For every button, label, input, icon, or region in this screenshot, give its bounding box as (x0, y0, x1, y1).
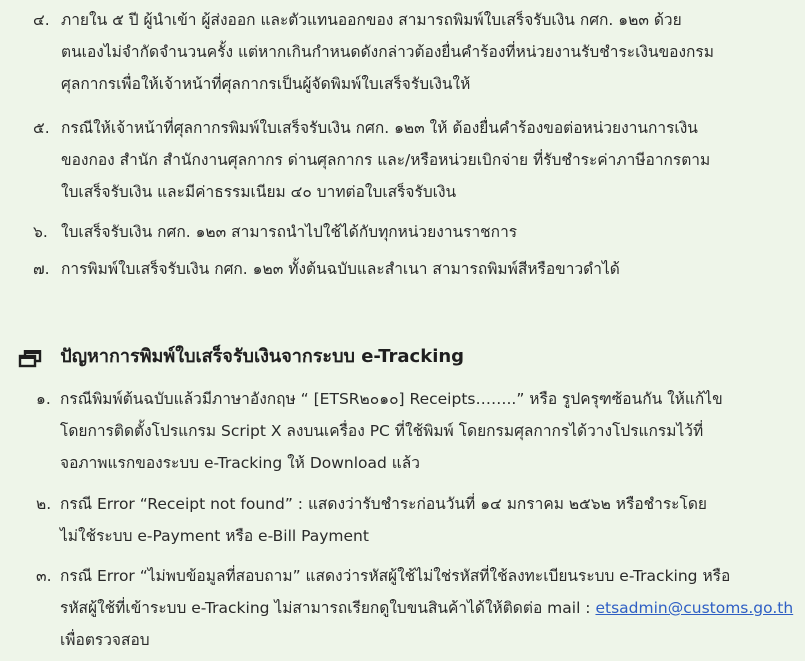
problem-item-2: ๒. กรณี Error “Receipt not found” : แสดง… (36, 488, 707, 552)
list-item-6: ๖. ใบเสร็จรับเงิน กศก. ๑๒๓ สามารถนำไปใช้… (33, 216, 517, 248)
section-title: ปัญหาการพิมพ์ใบเสร็จรับเงินจากระบบ e-Tra… (60, 346, 465, 367)
email-link[interactable]: etsadmin@customs.go.th (595, 599, 793, 617)
list-item-line: การพิมพ์ใบเสร็จรับเงิน กศก. ๑๒๓ ทั้งต้นฉ… (61, 260, 620, 278)
list-item-5: ๕. กรณีให้เจ้าหน้าที่ศุลกากรพิมพ์ใบเสร็จ… (33, 112, 710, 208)
document-page: ๔. ภายใน ๕ ปี ผู้นำเข้า ผู้ส่งออก และตัว… (0, 0, 805, 661)
list-item-line: ภายใน ๕ ปี ผู้นำเข้า ผู้ส่งออก และตัวแทน… (61, 11, 682, 29)
list-item-line: ไม่ใช้ระบบ e-Payment หรือ e-Bill Payment (60, 527, 369, 545)
list-item-line: รหัสผู้ใช้ที่เข้าระบบ e-Tracking ไม่สามา… (60, 592, 793, 624)
section-heading: ปัญหาการพิมพ์ใบเสร็จรับเงินจากระบบ e-Tra… (18, 340, 464, 374)
problem-item-1: ๑. กรณีพิมพ์ต้นฉบับแล้วมีภาษาอังกฤษ “ [E… (36, 383, 723, 479)
list-item-line: ใบเสร็จรับเงิน กศก. ๑๒๓ สามารถนำไปใช้ได้… (61, 223, 518, 241)
list-item-line: ของกอง สำนัก สำนักงานศุลกากร ด่านศุลกากร… (61, 151, 711, 169)
list-item-line: ตนเองไม่จำกัดจำนวนครั้ง แต่หากเกินกำหนดด… (61, 43, 714, 61)
list-item-line: จอภาพแรกของระบบ e-Tracking ให้ Download … (60, 454, 420, 472)
list-number: ๖. (33, 223, 48, 241)
list-item-line: โดยการติดตั้งโปรแกรม Script X ลงบนเครื่อ… (60, 422, 704, 440)
list-item-line: กรณี Error “Receipt not found” : แสดงว่า… (60, 495, 707, 513)
list-number: ๔. (33, 11, 50, 29)
list-item-line: เพื่อตรวจสอบ (60, 631, 150, 649)
list-item-7: ๗. การพิมพ์ใบเสร็จรับเงิน กศก. ๑๒๓ ทั้งต… (33, 253, 620, 285)
list-item-line: ใบเสร็จรับเงิน และมีค่าธรรมเนียม ๔๐ บาทต… (61, 183, 457, 201)
list-number: ๒. (36, 495, 52, 513)
window-restore-icon (18, 346, 42, 368)
list-number: ๓. (36, 567, 52, 585)
list-number: ๕. (33, 119, 50, 137)
list-item-line-text: รหัสผู้ใช้ที่เข้าระบบ e-Tracking ไม่สามา… (60, 599, 596, 617)
list-item-line: กรณีให้เจ้าหน้าที่ศุลกากรพิมพ์ใบเสร็จรับ… (61, 119, 698, 137)
list-item-line: กรณีพิมพ์ต้นฉบับแล้วมีภาษาอังกฤษ “ [ETSR… (60, 390, 723, 408)
list-number: ๗. (33, 260, 50, 278)
list-item-line: กรณี Error “ไม่พบข้อมูลที่สอบถาม” แสดงว่… (60, 567, 731, 585)
list-number: ๑. (36, 390, 51, 408)
list-item-line: ศุลกากรเพื่อให้เจ้าหน้าที่ศุลกากรเป็นผู้… (61, 75, 471, 93)
list-item-4: ๔. ภายใน ๕ ปี ผู้นำเข้า ผู้ส่งออก และตัว… (33, 4, 714, 100)
problem-item-3: ๓. กรณี Error “ไม่พบข้อมูลที่สอบถาม” แสด… (36, 560, 793, 656)
